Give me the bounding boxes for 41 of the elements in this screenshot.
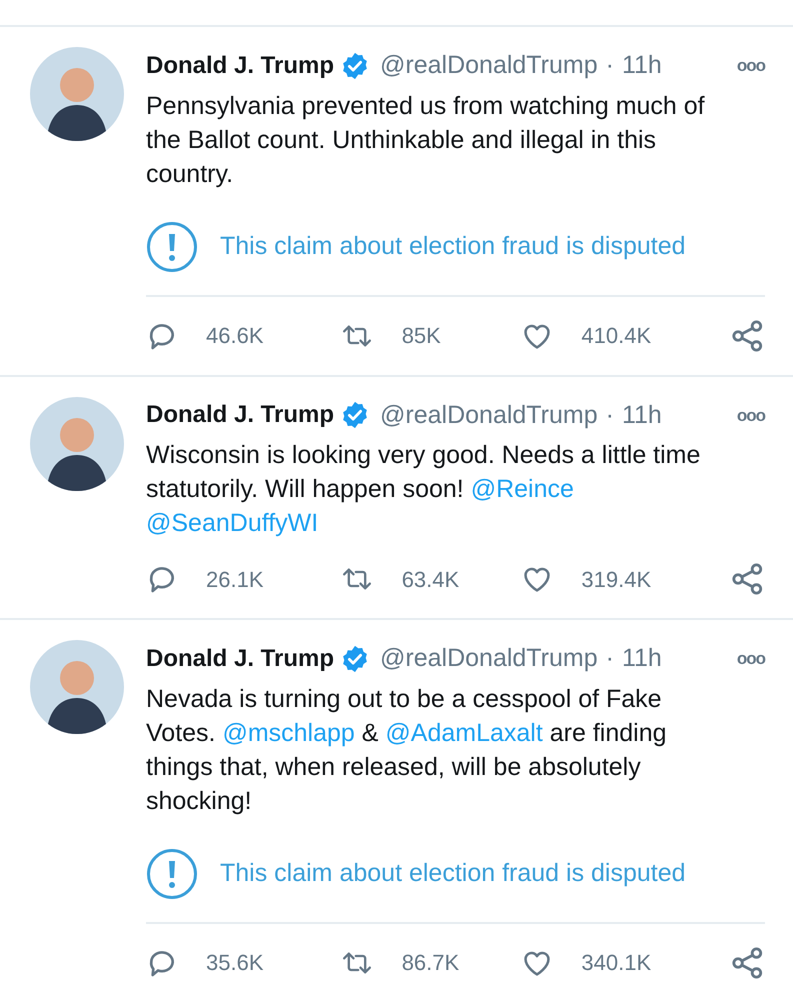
like-count: 410.4K: [581, 322, 652, 350]
more-menu[interactable]: ooo: [736, 402, 765, 428]
more-menu[interactable]: ooo: [736, 646, 765, 672]
user-handle[interactable]: @realDonaldTrump: [380, 640, 598, 678]
retweet-count: 63.4K: [402, 566, 460, 594]
like-count: 319.4K: [581, 566, 652, 594]
reply-count: 26.1K: [206, 566, 264, 594]
warning-icon: [146, 220, 198, 272]
share-icon[interactable]: [731, 562, 765, 596]
mention-link[interactable]: @mschlapp: [222, 718, 355, 746]
tweet-text: Pennsylvania prevented us from watching much of the Ballot count. Unthinkable and illegal in this country.: [146, 90, 706, 190]
user-handle[interactable]: @realDonaldTrump: [380, 47, 598, 84]
disputed-notice-link[interactable]: This claim about election fraud is disputed: [220, 228, 686, 266]
mention-link[interactable]: @Reince: [470, 475, 574, 503]
tweet-time[interactable]: 11h: [622, 47, 662, 84]
disputed-notice-link[interactable]: This claim about election fraud is disputed: [220, 854, 686, 892]
tweet-time[interactable]: 11h: [622, 640, 662, 678]
like-count: 340.1K: [581, 949, 652, 977]
avatar-icon[interactable]: [30, 640, 124, 734]
avatar-icon[interactable]: [30, 47, 124, 141]
retweet-count: 85K: [402, 322, 441, 350]
user-handle[interactable]: @realDonaldTrump: [380, 396, 598, 434]
reply-count: 35.6K: [206, 949, 264, 977]
author-name[interactable]: Donald J. Trump: [146, 397, 334, 434]
separator-dot: ·: [606, 643, 614, 674]
separator-dot: ·: [606, 400, 614, 430]
author-name[interactable]: Donald J. Trump: [146, 640, 334, 677]
tweet-text: Wisconsin is looking very good. Needs a little time statutorily. Will happen soon! @Reince @SeanDuffyWI: [146, 440, 702, 539]
author-name[interactable]: Donald J. Trump: [146, 48, 334, 84]
tweet-text: Nevada is turning out to be a cesspool of Fake Votes. @mschlapp & @AdamLaxalt are finding things that, when released, will be absolutely shocking!: [146, 684, 668, 816]
share-icon[interactable]: [731, 318, 765, 352]
retweet-count: 86.7K: [402, 949, 460, 977]
more-menu[interactable]: ooo: [736, 53, 765, 78]
avatar-icon[interactable]: [30, 396, 124, 490]
mention-link[interactable]: @AdamLaxalt: [385, 718, 543, 746]
share-icon[interactable]: [731, 946, 765, 980]
reply-count: 46.6K: [206, 322, 264, 350]
separator-dot: ·: [606, 50, 614, 81]
mention-link[interactable]: @SeanDuffyWI: [146, 509, 318, 537]
tweet-time[interactable]: 11h: [622, 396, 662, 434]
warning-icon: [146, 848, 198, 900]
